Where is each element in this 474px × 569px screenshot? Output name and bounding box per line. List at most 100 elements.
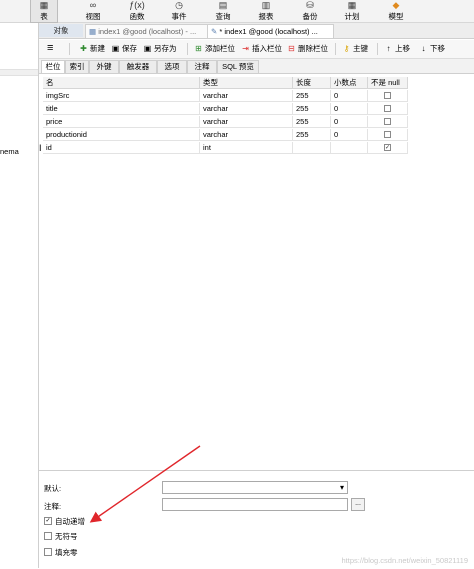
field-length-cell[interactable]: 255: [293, 90, 331, 102]
field-not-null-cell[interactable]: [368, 90, 408, 102]
subtab-fields[interactable]: 栏位: [41, 60, 65, 73]
column-header-type[interactable]: 类型: [200, 77, 293, 89]
design-subtabs: 栏位 索引 外键 触发器 选项 注释 SQL 预览: [39, 59, 474, 74]
tab-index1-design[interactable]: ✎ * index1 @good (localhost) ...: [207, 24, 334, 38]
arrow-up-icon: ↑: [386, 44, 391, 53]
primary-key-button[interactable]: ⚷ 主键: [342, 43, 368, 55]
table-row-selected[interactable]: I id int ✓: [39, 142, 408, 154]
field-name-cell[interactable]: productionid: [43, 129, 200, 141]
not-null-checkbox-checked[interactable]: ✓: [384, 144, 391, 151]
toolbar-separator: [187, 43, 188, 55]
field-decimals-cell[interactable]: 0: [331, 90, 368, 102]
field-type-cell[interactable]: varchar: [200, 129, 293, 141]
new-button[interactable]: ✚ 新建: [79, 43, 105, 55]
ribbon-schedule-button[interactable]: ▦ 计划: [339, 0, 365, 22]
not-null-checkbox[interactable]: [384, 92, 391, 99]
subtab-indexes[interactable]: 索引: [65, 60, 89, 73]
grid-header-row: 名 类型 长度 小数点 不是 null: [39, 77, 408, 89]
field-name-cell[interactable]: id: [43, 142, 200, 154]
new-icon: ✚: [80, 44, 87, 53]
tab-objects[interactable]: 对象: [39, 24, 83, 37]
subtab-sql-preview[interactable]: SQL 预览: [217, 60, 259, 73]
not-null-checkbox[interactable]: [384, 118, 391, 125]
schedule-icon: ▦: [347, 0, 357, 10]
event-icon: ◷: [175, 0, 183, 10]
add-field-button[interactable]: ⊞ 添加栏位: [194, 43, 235, 55]
field-decimals-cell[interactable]: 0: [331, 129, 368, 141]
ribbon-backup-button[interactable]: ⛁ 备份: [297, 0, 323, 22]
column-header-not-null[interactable]: 不是 null: [368, 77, 408, 89]
comment-input[interactable]: [162, 498, 348, 511]
field-name-cell[interactable]: title: [43, 103, 200, 115]
ribbon-report-button[interactable]: ▥ 报表: [253, 0, 279, 22]
subtab-comments[interactable]: 注释: [187, 60, 217, 73]
default-value-select[interactable]: ▾: [162, 481, 348, 494]
field-name-cell[interactable]: imgSrc: [43, 90, 200, 102]
not-null-checkbox[interactable]: [384, 105, 391, 112]
field-length-cell[interactable]: 255: [293, 129, 331, 141]
delete-field-icon: ⊟: [288, 44, 295, 53]
move-down-button[interactable]: ↓ 下移: [419, 43, 446, 55]
column-header-decimals[interactable]: 小数点: [331, 77, 368, 89]
subtab-foreign-keys[interactable]: 外键: [89, 60, 119, 73]
tab-index1-table-data[interactable]: ▦ index1 @good (localhost) - ...: [85, 24, 210, 38]
field-length-cell[interactable]: 255: [293, 103, 331, 115]
ribbon-table-button[interactable]: ▦ 表: [30, 0, 58, 23]
zerofill-checkbox[interactable]: [44, 548, 52, 556]
unsigned-checkbox[interactable]: [44, 532, 52, 540]
ribbon-query-button[interactable]: ▤ 查询: [210, 0, 236, 22]
column-header-length[interactable]: 长度: [293, 77, 331, 89]
toolbar-separator: [69, 43, 70, 55]
table-row[interactable]: productionid varchar 255 0: [39, 129, 408, 141]
ribbon-view-button[interactable]: ∞ 视图: [80, 0, 106, 22]
key-icon: ⚷: [343, 44, 350, 53]
model-icon: ◆: [392, 0, 400, 10]
insert-field-button[interactable]: ⇥ 插入栏位: [241, 43, 282, 55]
report-icon: ▥: [261, 0, 271, 10]
table-row[interactable]: title varchar 255 0: [39, 103, 408, 115]
ribbon-model-button[interactable]: ◆ 模型: [383, 0, 409, 22]
field-type-cell[interactable]: int: [200, 142, 293, 154]
field-name-cell[interactable]: price: [43, 116, 200, 128]
not-null-checkbox[interactable]: [384, 131, 391, 138]
field-type-cell[interactable]: varchar: [200, 103, 293, 115]
comment-ellipsis-button[interactable]: ...: [351, 498, 365, 511]
field-type-cell[interactable]: varchar: [200, 90, 293, 102]
move-up-button[interactable]: ↑ 上移: [384, 43, 411, 55]
column-header-name[interactable]: 名: [43, 77, 200, 89]
save-as-button[interactable]: ▣ 另存为: [143, 43, 177, 55]
field-not-null-cell[interactable]: [368, 103, 408, 115]
field-decimals-cell[interactable]: 0: [331, 103, 368, 115]
field-length-cell[interactable]: [293, 142, 331, 154]
field-not-null-cell[interactable]: [368, 116, 408, 128]
table-icon: ▦: [39, 0, 49, 10]
subtab-triggers[interactable]: 触发器: [119, 60, 157, 73]
comment-label: 注释:: [44, 502, 62, 511]
object-sidebar: nema: [0, 23, 39, 568]
field-decimals-cell[interactable]: 0: [331, 116, 368, 128]
text-cursor-icon: I: [39, 143, 42, 153]
field-type-cell[interactable]: varchar: [200, 116, 293, 128]
table-row[interactable]: imgSrc varchar 255 0: [39, 90, 408, 102]
menu-icon[interactable]: ≡: [47, 43, 53, 55]
delete-field-button[interactable]: ⊟ 删除栏位: [287, 43, 328, 55]
field-not-null-cell[interactable]: ✓: [368, 142, 408, 154]
ribbon-function-button[interactable]: ƒ(x) 函数: [124, 0, 150, 22]
table-row[interactable]: price varchar 255 0: [39, 116, 408, 128]
auto-increment-checkbox[interactable]: ✓: [44, 517, 52, 525]
field-not-null-cell[interactable]: [368, 129, 408, 141]
insert-field-icon: ⇥: [242, 44, 249, 53]
add-field-icon: ⊞: [195, 44, 202, 53]
save-button[interactable]: ▣ 保存: [111, 43, 137, 55]
ribbon-event-button[interactable]: ◷ 事件: [166, 0, 192, 22]
field-length-cell[interactable]: 255: [293, 116, 331, 128]
main-ribbon: ▦ 表 ∞ 视图 ƒ(x) 函数 ◷ 事件 ▤ 查询 ▥ 报表 ⛁ 备份 ▦ 计划 ◆ 模型: [0, 0, 474, 23]
toolbar-separator: [377, 43, 378, 55]
field-decimals-cell[interactable]: [331, 142, 368, 154]
backup-icon: ⛁: [306, 0, 314, 10]
subtab-options[interactable]: 选项: [157, 60, 187, 73]
zerofill-label: 填充零: [55, 548, 78, 557]
sidebar-item-schema[interactable]: nema: [0, 147, 19, 156]
table-icon: ▦: [89, 27, 97, 36]
unsigned-label: 无符号: [55, 532, 78, 541]
